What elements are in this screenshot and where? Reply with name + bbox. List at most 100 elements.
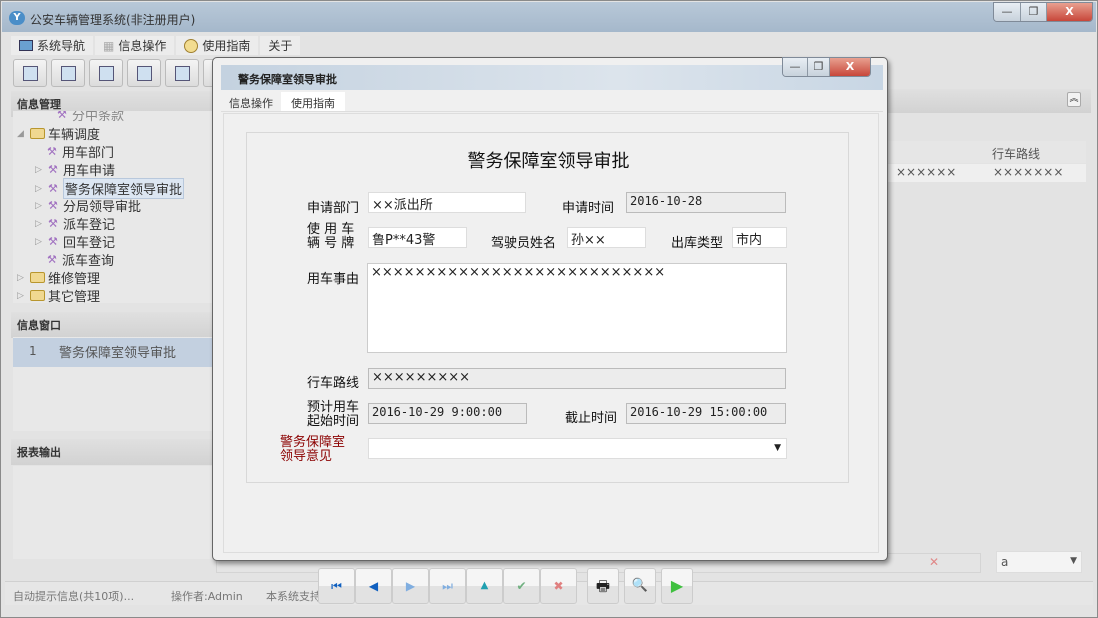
wand-icon: ⚒ [57, 111, 69, 121]
tree-item[interactable]: ▷⚒用车申请 [35, 160, 115, 179]
cancel-button[interactable]: ✖ [540, 568, 577, 604]
dept-field[interactable]: ××派出所 [368, 192, 526, 213]
report-header: 报表输出 [11, 439, 216, 465]
driver-label: 驾驶员姓名 [491, 232, 556, 251]
collapsed-arrow-icon: ▷ [35, 201, 45, 211]
dialog-restore-button[interactable]: ❐ [808, 58, 830, 76]
user-icon [137, 66, 152, 81]
folder-icon [30, 128, 45, 139]
double-chevron-up-icon: ︽ [1069, 94, 1078, 104]
dialog-tabs: 信息操作 使用指南 [221, 92, 883, 112]
first-record-button[interactable]: ⏮ [318, 568, 355, 604]
play-icon: ▶ [671, 576, 683, 595]
tree-folder-dispatch[interactable]: ◢车辆调度 [17, 124, 100, 143]
cancel-icon: ✕ [929, 555, 939, 569]
wand-icon: ⚒ [47, 146, 59, 158]
wand-icon: ⚒ [48, 200, 60, 212]
end-time-field[interactable]: 2016-10-29 15:00:00 [626, 403, 786, 424]
tab-guide[interactable]: 使用指南 [281, 92, 345, 111]
apply-time-field[interactable]: 2016-10-28 [626, 192, 786, 213]
collapsed-arrow-icon: ▷ [35, 184, 45, 194]
route-field[interactable]: ××××××××× [368, 368, 786, 389]
next-icon: ▶ [406, 579, 415, 593]
window-list-item[interactable]: 1 警务保障室领导审批 [13, 338, 213, 367]
run-button[interactable]: ▶ [661, 568, 693, 604]
toolbar-search-button[interactable] [13, 59, 47, 87]
restore-button[interactable]: ❐ [1021, 3, 1047, 21]
screen-icon [175, 66, 190, 81]
wand-icon: ⚒ [48, 218, 60, 230]
toolbar-list-button[interactable] [51, 59, 85, 87]
tree-item[interactable]: ⚒用车部门 [47, 142, 114, 161]
confirm-button[interactable]: ✔ [503, 568, 540, 604]
start-time-field[interactable]: 2016-10-29 9:00:00 [368, 403, 527, 424]
folder-icon [30, 272, 45, 283]
last-record-button[interactable]: ⏭ [429, 568, 466, 604]
tree-item[interactable]: ▷⚒分局领导审批 [35, 196, 141, 215]
reason-label: 用车事由 [307, 268, 359, 287]
preview-icon: 🔍 [632, 578, 648, 593]
collapsed-arrow-icon: ▷ [35, 237, 45, 247]
approval-dialog: 警务保障室领导审批 — ❐ X 信息操作 使用指南 警务保障室领导审批 申请部门… [212, 57, 888, 561]
plate-field[interactable]: 鲁P**43警 [368, 227, 467, 248]
monitor-icon [19, 40, 33, 51]
expanded-arrow-icon: ◢ [17, 129, 27, 139]
dialog-title: 警务保障室领导审批 [238, 71, 337, 87]
app-title: 公安车辆管理系统(非注册用户) [30, 11, 195, 28]
next-record-button[interactable]: ▶ [392, 568, 429, 604]
dropdown-arrow-icon: ▼ [1070, 556, 1077, 566]
opinion-select[interactable]: ▼ [368, 438, 787, 459]
title-bar: Y 公安车辆管理系统(非注册用户) [2, 2, 1096, 32]
print-preview-button[interactable]: 🔍 [624, 568, 656, 604]
form-title: 警务保障室领导审批 [247, 147, 850, 173]
collapsed-arrow-icon: ▷ [17, 291, 27, 301]
type-label: 出库类型 [671, 232, 723, 251]
opinion-label: 警务保障室领导意见 [280, 436, 345, 464]
list-icon [61, 66, 76, 81]
last-icon: ⏭ [442, 579, 453, 593]
up-button[interactable]: ▲ [466, 568, 503, 604]
driver-field[interactable]: 孙×× [567, 227, 646, 248]
menu-system-nav[interactable]: 系统导航 [11, 36, 93, 55]
collapsed-arrow-icon: ▷ [17, 273, 27, 283]
menu-about[interactable]: 关于 [260, 36, 300, 55]
tree-item[interactable]: ⚒派车查询 [47, 250, 114, 269]
plate-label: 使 用 车辆 号 牌 [307, 223, 354, 251]
route-label: 行车路线 [307, 372, 359, 391]
dept-label: 申请部门 [307, 197, 359, 216]
collapse-button[interactable]: ︽ [1067, 92, 1081, 107]
prev-record-button[interactable]: ◀ [355, 568, 392, 604]
dropdown-arrow-icon: ▼ [774, 443, 781, 453]
reason-textarea[interactable]: ××××××××××××××××××××××××××× [367, 263, 787, 353]
first-icon: ⏮ [331, 579, 342, 593]
tree-item[interactable]: ▷⚒派车登记 [35, 214, 115, 233]
type-field[interactable]: 市内 [732, 227, 787, 248]
cancel-icon: ✖ [553, 579, 563, 593]
dialog-window-controls: — ❐ X [782, 57, 871, 77]
tree-item[interactable]: ⚒分中条款 [57, 111, 124, 124]
search-icon [23, 66, 38, 81]
tree-folder-other[interactable]: ▷其它管理 [17, 286, 100, 303]
minimize-button[interactable]: — [994, 3, 1021, 21]
close-button[interactable]: X [1047, 3, 1092, 21]
tree-item[interactable]: ▷⚒回车登记 [35, 232, 115, 251]
dialog-minimize-button[interactable]: — [783, 58, 808, 76]
dialog-close-button[interactable]: X [830, 58, 870, 76]
tree-folder-repair[interactable]: ▷维修管理 [17, 268, 100, 287]
toolbar-screen-button[interactable] [165, 59, 199, 87]
folder-icon [30, 290, 45, 301]
apply-time-label: 申请时间 [562, 197, 614, 216]
background-combo[interactable]: a ▼ [996, 551, 1082, 573]
menu-bar: 系统导航 ▦信息操作 使用指南 关于 [11, 36, 302, 55]
nav-tree: ⚒分中条款 ◢车辆调度 ⚒用车部门 ▷⚒用车申请 ▷⚒警务保障室领导审批 ▷⚒分… [13, 111, 213, 303]
menu-info-ops[interactable]: ▦信息操作 [95, 36, 174, 55]
toolbar-document-button[interactable] [89, 59, 123, 87]
info-window-header: 信息窗口 [11, 312, 216, 338]
grid-icon: ▦ [103, 39, 114, 53]
menu-guide[interactable]: 使用指南 [176, 36, 258, 55]
window-list: 1 警务保障室领导审批 [13, 337, 213, 431]
toolbar-user-button[interactable] [127, 59, 161, 87]
tab-info-ops[interactable]: 信息操作 [221, 92, 281, 111]
print-button[interactable]: 🖶 [587, 568, 619, 604]
printer-icon: 🖶 [596, 577, 610, 595]
